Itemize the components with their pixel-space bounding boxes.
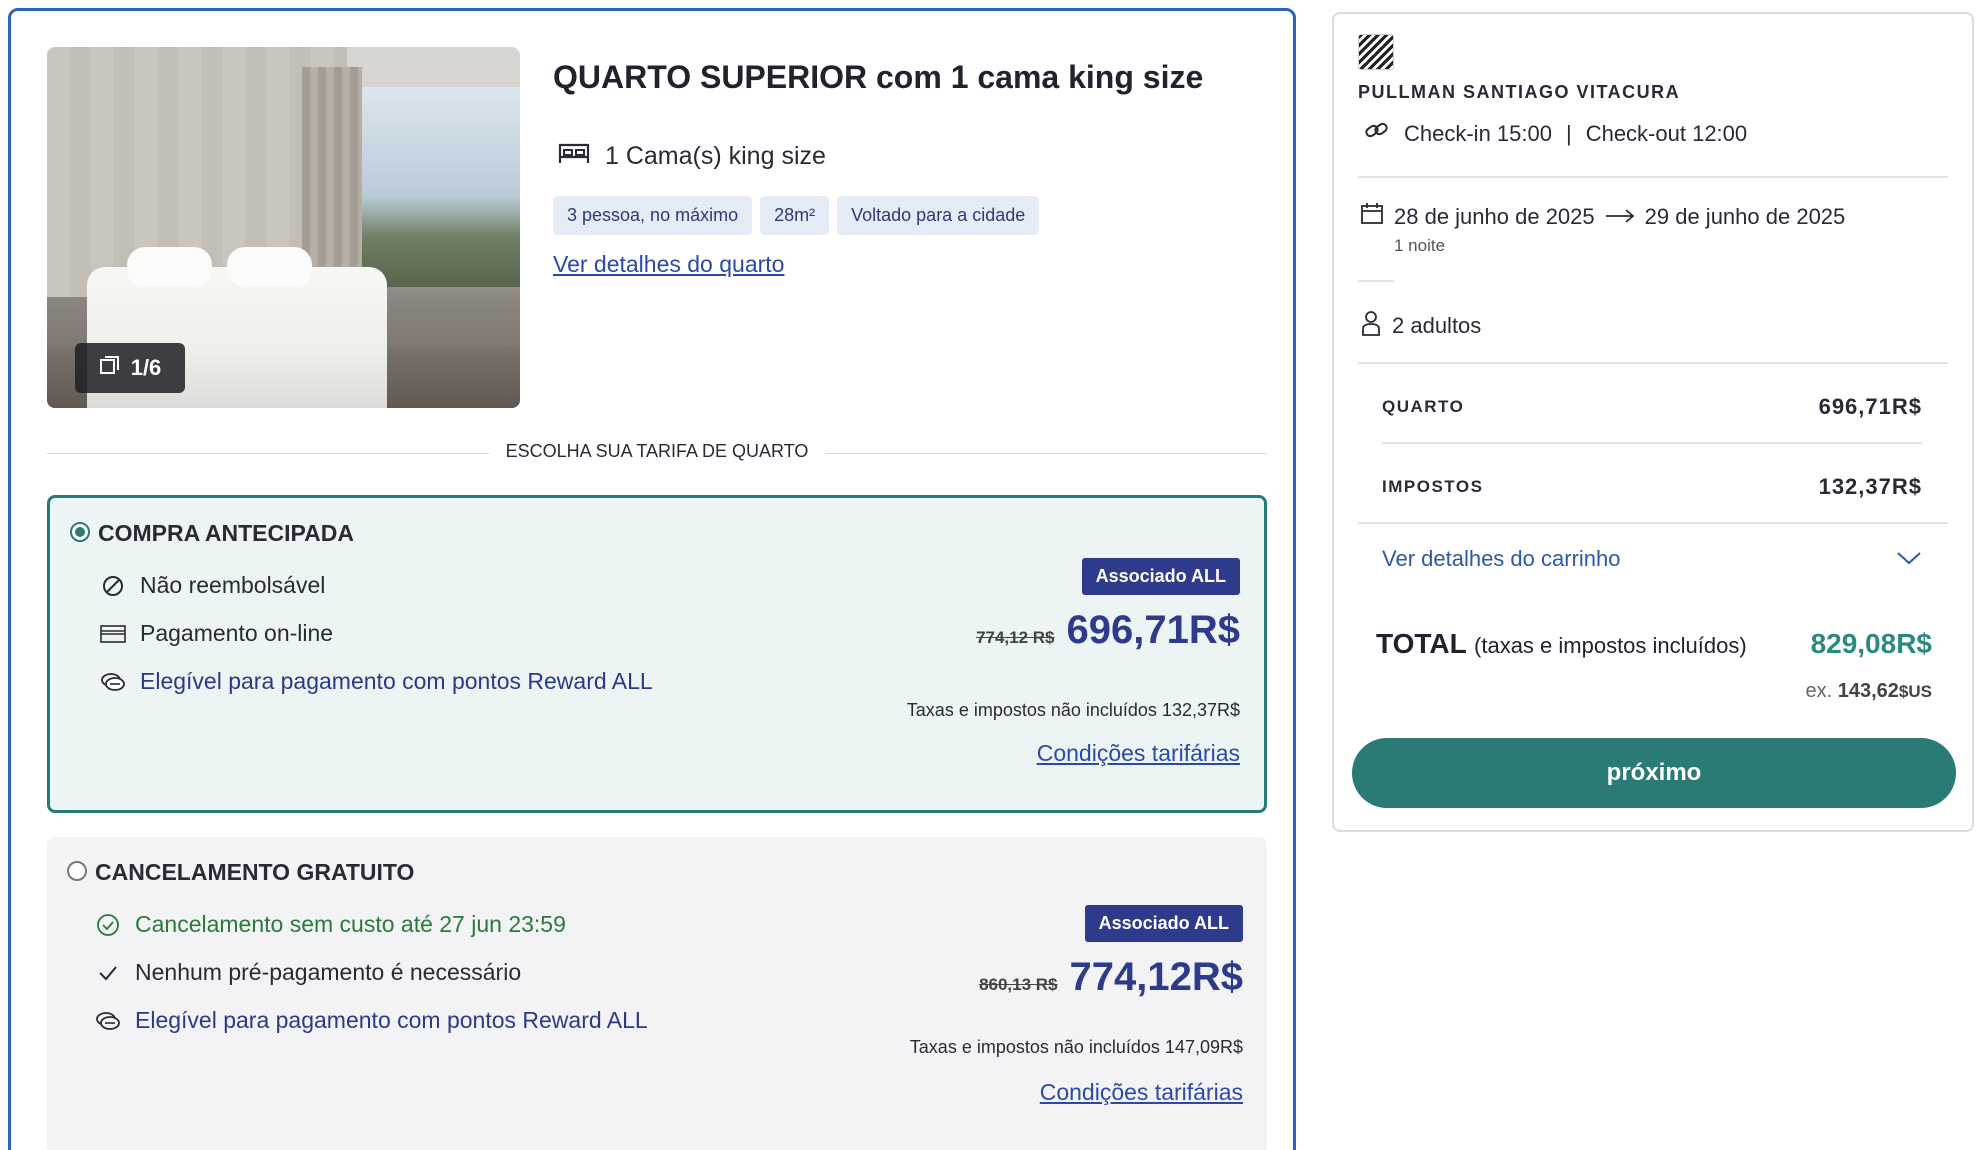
date-from: 28 de junho de 2025 [1394, 204, 1595, 229]
feature-label: Elegível para pagamento com pontos Rewar… [135, 1007, 648, 1033]
view-chip: Voltado para a cidade [837, 196, 1040, 235]
rate-conditions-link[interactable]: Condições tarifárias [1040, 1079, 1243, 1106]
rate-section-label: ESCOLHA SUA TARIFA DE QUARTO [505, 441, 809, 461]
room-card: 1/6 QUARTO SUPERIOR com 1 cama king size… [8, 8, 1296, 1150]
guest-count: 2 adultos [1360, 310, 1481, 342]
summary-tax-row: IMPOSTOS 132,37R$ [1382, 474, 1922, 500]
nights-count: 1 noite [1394, 236, 1446, 255]
total-converted: ex. 143,62$US [1806, 680, 1933, 703]
feature-label: Cancelamento sem custo até 27 jun 23:59 [135, 911, 566, 937]
member-price: 696,71R$ [1066, 608, 1240, 652]
next-button[interactable]: próximo [1352, 738, 1956, 808]
converted-currency: $US [1898, 682, 1932, 701]
member-price: 774,12R$ [1069, 955, 1243, 999]
hotel-name: PULLMAN SANTIAGO VITACURA [1358, 82, 1681, 102]
tax-value: 132,37R$ [1818, 474, 1922, 499]
old-price: 860,13 R$ [979, 975, 1058, 994]
rate-radio-selected[interactable] [70, 522, 90, 542]
room-price-value: 696,71R$ [1818, 394, 1922, 419]
member-badge: Associado ALL [1084, 905, 1243, 942]
rate-feature: Não reembolsável [100, 572, 325, 599]
checkin-time: Check-in 15:00 [1404, 121, 1552, 146]
rate-option-free-cancellation[interactable]: CANCELAMENTO GRATUITO Cancelamento sem c… [47, 837, 1267, 1150]
total-label: TOTAL (taxas e impostos incluídos) [1376, 628, 1747, 660]
rate-feature: Elegível para pagamento com pontos Rewar… [100, 668, 653, 695]
rate-option-advance-purchase[interactable]: COMPRA ANTECIPADA Não reembolsável Pagam… [47, 495, 1267, 813]
checkin-checkout: Check-in 15:00 | Check-out 12:00 [1364, 120, 1747, 148]
room-details-link[interactable]: Ver detalhes do quarto [553, 251, 784, 278]
rate-name: CANCELAMENTO GRATUITO [95, 859, 415, 885]
reward-points-icon [100, 669, 126, 695]
photo-counter-badge[interactable]: 1/6 [75, 343, 185, 393]
feature-label: Pagamento on-line [140, 620, 334, 646]
room-title: QUARTO SUPERIOR com 1 cama king size [553, 59, 1204, 95]
date-to: 29 de junho de 2025 [1644, 204, 1846, 229]
room-photo[interactable]: 1/6 [47, 47, 520, 408]
rate-feature: Cancelamento sem custo até 27 jun 23:59 [95, 911, 566, 938]
total-title: TOTAL [1376, 628, 1467, 659]
rate-conditions-link[interactable]: Condições tarifárias [1037, 740, 1240, 767]
checkin-separator: | [1565, 121, 1572, 146]
rate-name: COMPRA ANTECIPADA [98, 520, 354, 546]
cart-details-toggle[interactable]: Ver detalhes do carrinho [1382, 546, 1922, 572]
converted-value: 143,62 [1837, 680, 1899, 702]
reward-points-icon [95, 1008, 121, 1034]
rate-feature: Nenhum pré-pagamento é necessário [95, 959, 521, 986]
rate-feature: Elegível para pagamento com pontos Rewar… [95, 1007, 648, 1034]
tax-note: Taxas e impostos não incluídos 147,09R$ [909, 1037, 1243, 1057]
tax-label: IMPOSTOS [1382, 477, 1484, 496]
chevron-down-icon [1896, 546, 1922, 572]
capacity-chip: 3 pessoa, no máximo [553, 196, 753, 235]
guests-label: 2 adultos [1392, 313, 1482, 338]
checkout-time: Check-out 12:00 [1585, 121, 1748, 146]
room-price-label: QUARTO [1382, 397, 1465, 416]
converted-prefix: ex. [1805, 680, 1833, 702]
rate-feature: Pagamento on-line [100, 620, 333, 647]
credit-card-icon [100, 621, 126, 647]
check-circle-icon [95, 912, 121, 938]
bed-icon [557, 139, 591, 174]
gallery-icon [99, 354, 121, 382]
calendar-icon [1360, 202, 1384, 232]
photo-counter: 1/6 [130, 355, 162, 380]
arrow-right-icon [1605, 204, 1635, 230]
cart-details-label: Ver detalhes do carrinho [1382, 546, 1621, 571]
divider [1358, 522, 1948, 524]
divider [1358, 176, 1948, 178]
total-subtitle: (taxas e impostos incluídos) [1474, 633, 1747, 658]
feature-label: Nenhum pré-pagamento é necessário [135, 959, 522, 985]
divider [1358, 362, 1948, 364]
summary-room-row: QUARTO 696,71R$ [1382, 394, 1922, 420]
booking-summary: PULLMAN SANTIAGO VITACURA Check-in 15:00… [1332, 12, 1974, 832]
person-icon [1360, 310, 1382, 342]
rate-price: 774,12 R$ 696,71R$ [976, 608, 1240, 653]
link-icon [1364, 120, 1390, 148]
stay-dates: 28 de junho de 2025 29 de junho de 2025 [1360, 202, 1845, 232]
checkmark-icon [95, 960, 121, 986]
total-value: 829,08R$ [1810, 628, 1932, 659]
total-row: TOTAL (taxas e impostos incluídos) 829,0… [1376, 628, 1932, 660]
tax-note: Taxas e impostos não incluídos 132,37R$ [906, 700, 1240, 720]
member-badge: Associado ALL [1081, 558, 1240, 595]
no-refund-icon [100, 573, 126, 599]
room-chips: 3 pessoa, no máximo 28m² Voltado para a … [553, 196, 1040, 235]
bed-info: 1 Cama(s) king size [557, 139, 826, 174]
rate-radio[interactable] [67, 861, 87, 881]
rate-section-divider: ESCOLHA SUA TARIFA DE QUARTO [47, 441, 1267, 465]
divider [1382, 442, 1922, 444]
divider [1358, 280, 1394, 282]
rate-price: 860,13 R$ 774,12R$ [979, 955, 1243, 1000]
area-chip: 28m² [760, 196, 830, 235]
old-price: 774,12 R$ [976, 628, 1055, 647]
hotel-logo [1358, 34, 1394, 70]
bed-label: 1 Cama(s) king size [605, 142, 826, 170]
feature-label: Elegível para pagamento com pontos Rewar… [140, 668, 653, 694]
feature-label: Não reembolsável [140, 572, 326, 598]
